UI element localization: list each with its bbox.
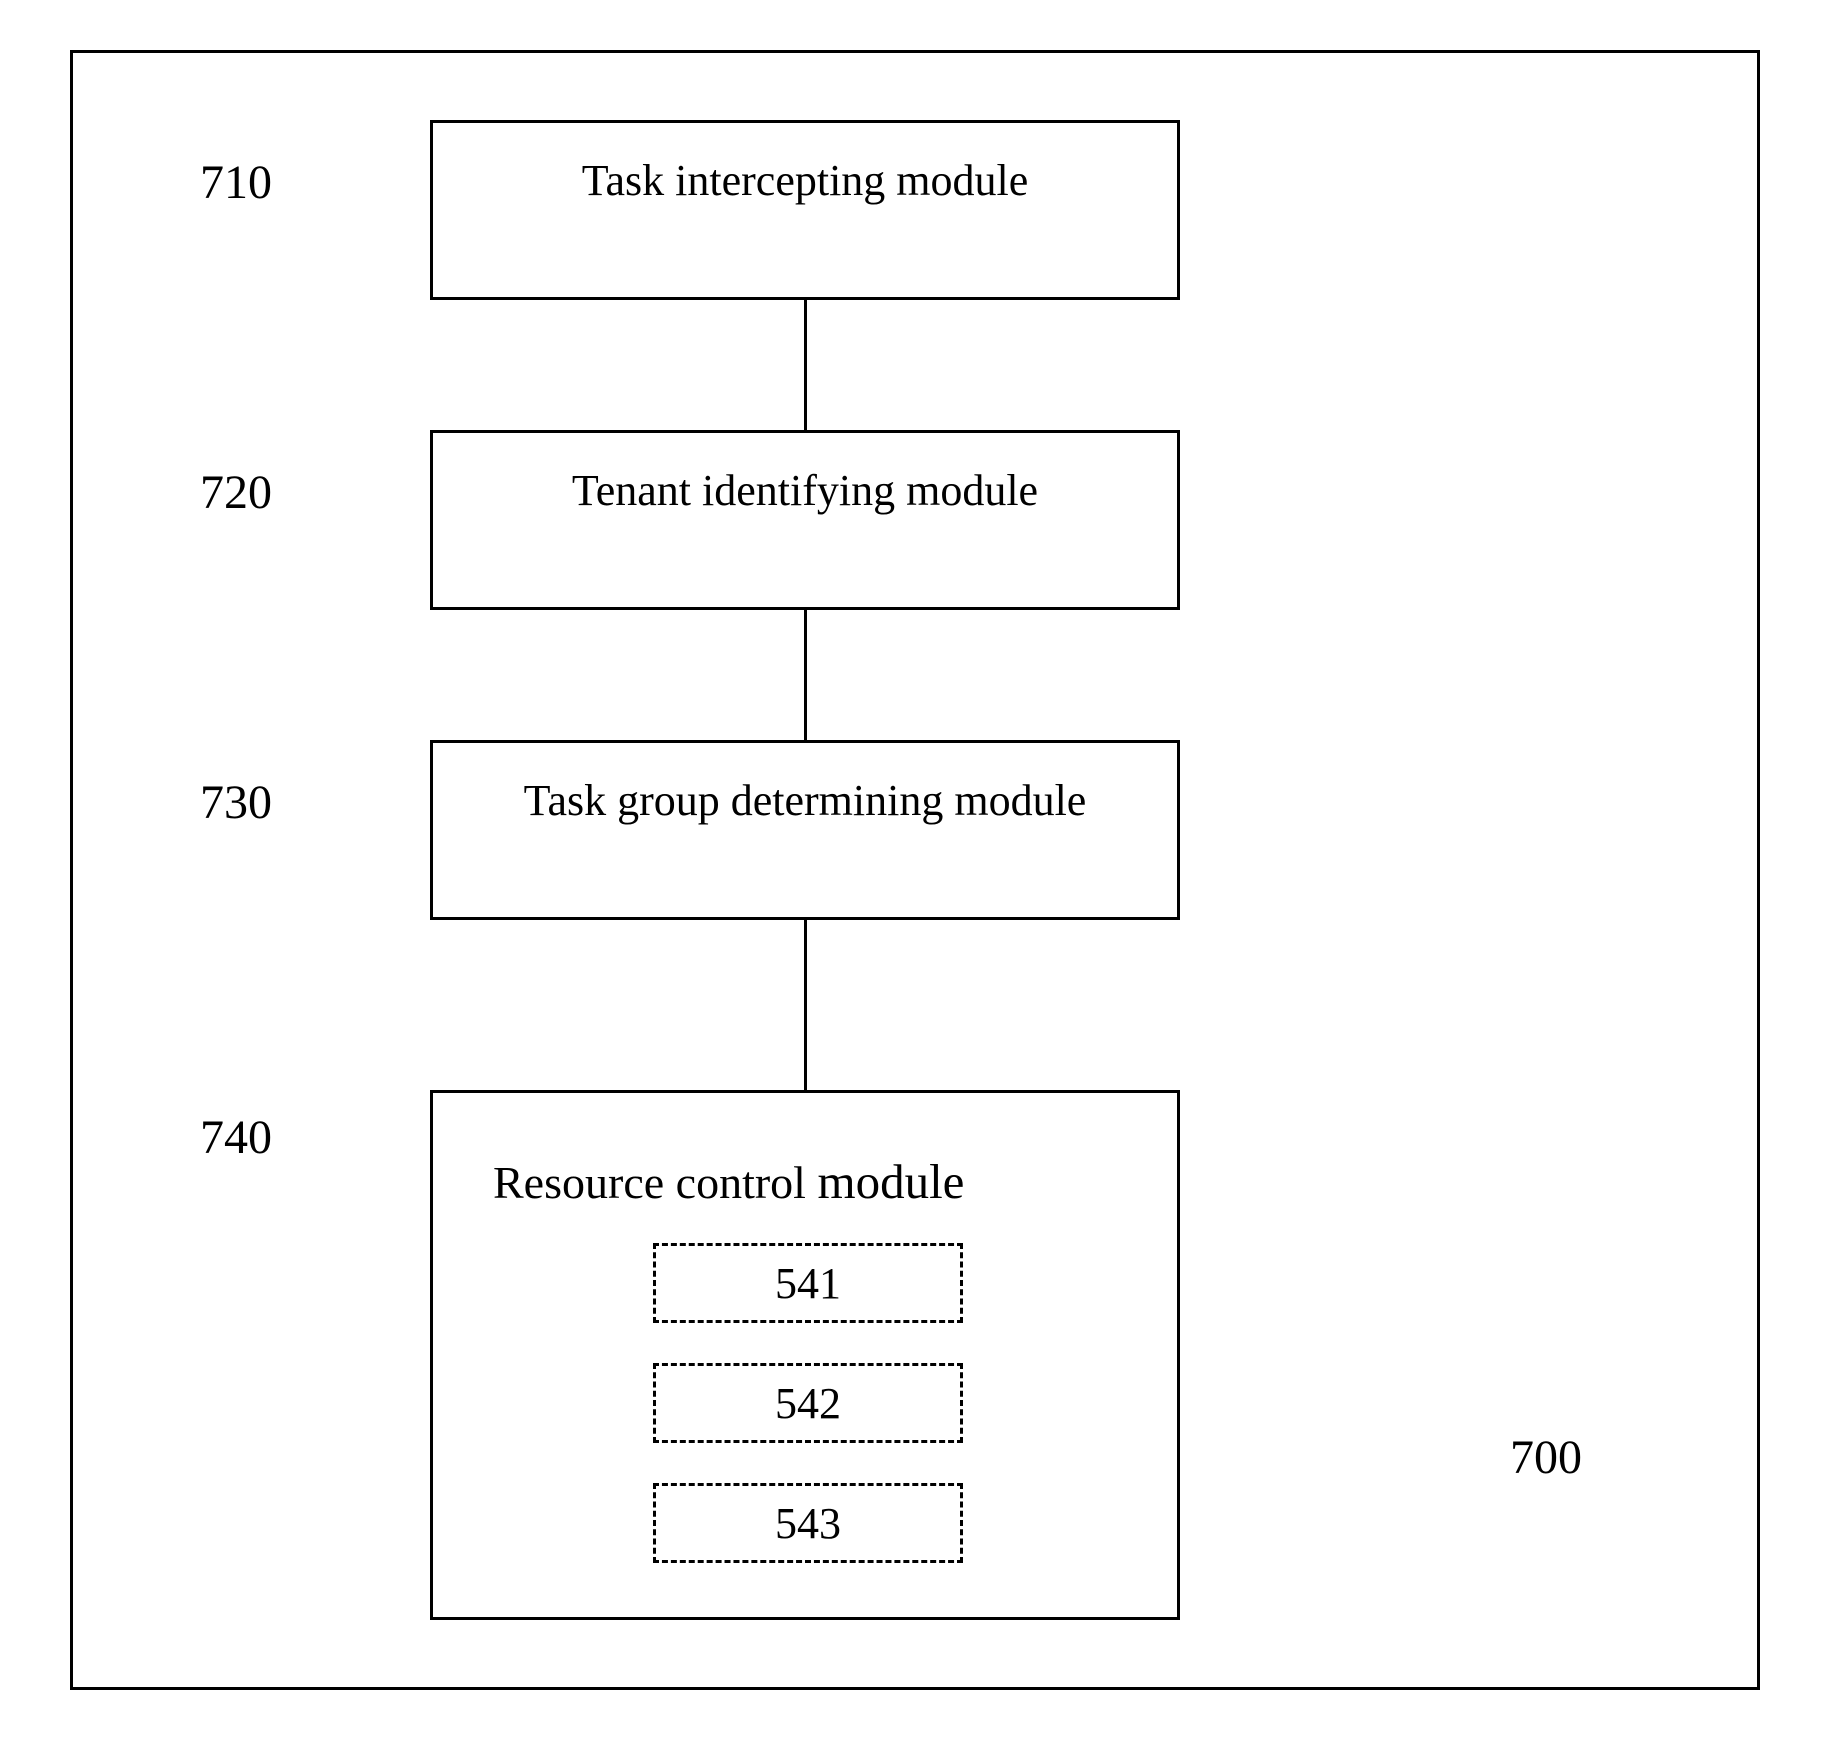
sub-module-542: 542: [653, 1363, 963, 1443]
module-task-group-determining: Task group determining module: [430, 740, 1180, 920]
module-resource-control: Resource control module 541 542 543: [430, 1090, 1180, 1620]
module-resource-control-label: Resource control module: [493, 1153, 964, 1210]
resource-control-module-word: module: [817, 1154, 964, 1209]
label-700: 700: [1510, 1430, 1582, 1485]
module-tenant-identifying-label: Tenant identifying module: [572, 465, 1038, 516]
sub-module-542-label: 542: [775, 1378, 841, 1429]
resource-control-prefix: Resource control: [493, 1157, 817, 1208]
module-task-intercepting: Task intercepting module: [430, 120, 1180, 300]
sub-module-541: 541: [653, 1243, 963, 1323]
connector-730-740: [804, 920, 807, 1090]
diagram-canvas: 710 720 730 740 700 Task intercepting mo…: [0, 0, 1828, 1749]
sub-module-543: 543: [653, 1483, 963, 1563]
connector-720-730: [804, 610, 807, 740]
module-tenant-identifying: Tenant identifying module: [430, 430, 1180, 610]
label-720: 720: [200, 465, 272, 520]
label-730: 730: [200, 775, 272, 830]
module-task-group-determining-label: Task group determining module: [524, 775, 1087, 826]
sub-module-543-label: 543: [775, 1498, 841, 1549]
sub-module-541-label: 541: [775, 1258, 841, 1309]
module-task-intercepting-label: Task intercepting module: [582, 155, 1029, 206]
label-740: 740: [200, 1110, 272, 1165]
connector-710-720: [804, 300, 807, 430]
label-710: 710: [200, 155, 272, 210]
